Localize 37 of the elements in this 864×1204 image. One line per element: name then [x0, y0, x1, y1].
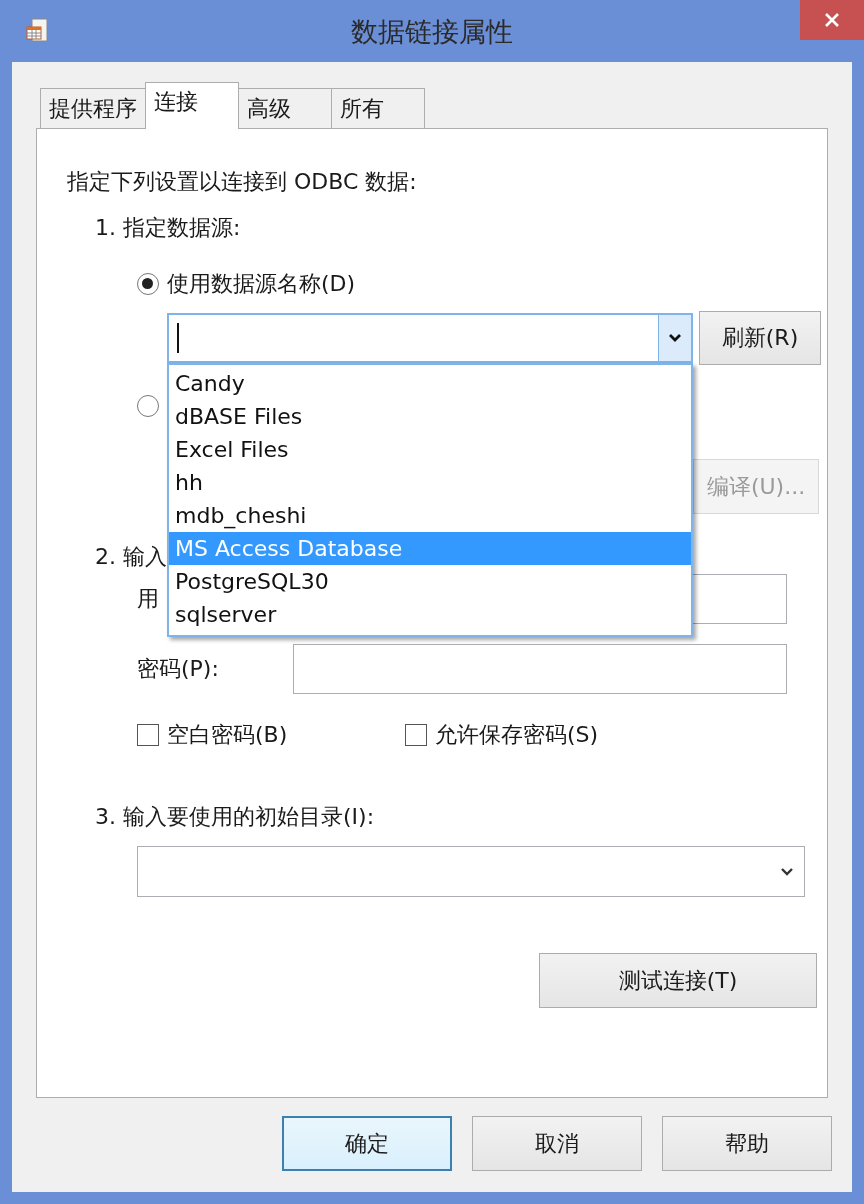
dialog-button[interactable]: 确定	[282, 1116, 452, 1171]
window-title: 数据链接属性	[351, 15, 513, 49]
close-button[interactable]	[800, 0, 864, 40]
dropdown-item[interactable]: Excel Files	[169, 433, 691, 466]
intro-text: 指定下列设置以连接到 ODBC 数据:	[67, 168, 418, 196]
field-label: 用	[137, 586, 159, 611]
chevron-down-icon	[668, 333, 682, 343]
step-label: 2. 输入	[95, 543, 167, 571]
checkbox-label: 允许保存密码(S)	[435, 721, 599, 749]
step-label: 1. 指定数据源:	[95, 214, 242, 242]
password-field[interactable]	[293, 644, 787, 694]
tab[interactable]: 所有	[331, 88, 425, 128]
dropdown-item[interactable]: Candy	[169, 367, 691, 400]
dropdown-item[interactable]: PostgreSQL30	[169, 565, 691, 598]
dropdown-button[interactable]	[658, 315, 691, 361]
tab[interactable]: 连接	[145, 82, 239, 129]
radio-button[interactable]	[137, 273, 159, 295]
step-label: 3. 输入要使用的初始目录(I):	[95, 803, 376, 831]
chevron-down-icon	[780, 867, 794, 877]
refresh-button[interactable]: 刷新(R)	[699, 311, 821, 365]
dialog-button[interactable]: 帮助	[662, 1116, 832, 1171]
radio-button[interactable]	[137, 395, 159, 417]
dropdown-item[interactable]: hh	[169, 466, 691, 499]
checkbox[interactable]	[405, 724, 427, 746]
dialog-button[interactable]: 取消	[472, 1116, 642, 1171]
test-connection-button[interactable]: 测试连接(T)	[539, 953, 817, 1008]
field-label: 密码(P):	[137, 656, 219, 681]
tab[interactable]: 提供程序	[40, 88, 146, 128]
radio-label: 使用数据源名称(D)	[167, 270, 356, 298]
dropdown-item[interactable]: mdb_cheshi	[169, 499, 691, 532]
checkbox[interactable]	[137, 724, 159, 746]
checkbox-label: 空白密码(B)	[167, 721, 288, 749]
table-icon	[26, 18, 50, 44]
close-icon	[824, 12, 840, 28]
dropdown-item[interactable]: dBASE Files	[169, 400, 691, 433]
text-cursor	[177, 323, 179, 353]
dropdown-item[interactable]: sqlserver	[169, 598, 691, 631]
